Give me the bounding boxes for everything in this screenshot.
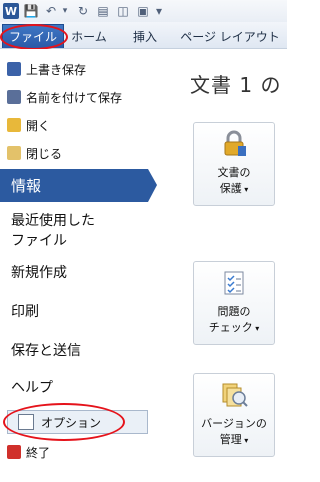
undo-icon[interactable]: ↶ <box>44 3 58 19</box>
manage-versions-button[interactable]: バージョンの 管理 ▾ <box>193 373 275 457</box>
version-label-line2: 管理 ▾ <box>219 433 249 446</box>
save-icon <box>7 62 21 76</box>
checklist-icon <box>224 271 244 295</box>
tab-page-layout[interactable]: ページ レイアウト <box>176 26 284 46</box>
protect-label-line2: 保護 ▾ <box>219 182 249 195</box>
tab-insert[interactable]: 挿入 <box>126 26 164 46</box>
folder-close-icon <box>7 146 21 160</box>
check-label-line2: チェック ▾ <box>208 321 260 334</box>
folder-open-icon <box>7 118 21 132</box>
save-as-icon <box>7 90 21 104</box>
tab-file[interactable]: ファイル <box>2 24 64 48</box>
menu-print[interactable]: 印刷 <box>11 302 39 322</box>
menu-exit[interactable]: 終了 <box>0 443 152 461</box>
menu-save-as-label: 名前を付けて保存 <box>26 90 123 105</box>
menu-save-send[interactable]: 保存と送信 <box>11 341 81 361</box>
protect-label-line1: 文書の <box>217 166 251 179</box>
menu-options-label: オプション <box>41 415 102 430</box>
check-label-line1: 問題の <box>217 305 251 318</box>
tab-home[interactable]: ホーム <box>68 26 110 46</box>
menu-recent-label-line2: ファイル <box>11 233 67 249</box>
menu-close-label: 閉じる <box>26 146 63 161</box>
close-icon <box>7 445 21 459</box>
menu-save-as[interactable]: 名前を付けて保存 <box>0 88 152 106</box>
check-issues-button[interactable]: 問題の チェック ▾ <box>193 261 275 345</box>
menu-info-label: 情報 <box>11 177 42 195</box>
menu-open[interactable]: 開く <box>0 116 152 134</box>
menu-open-label: 開く <box>26 118 51 133</box>
backstage-menu: 上書き保存 名前を付けて保存 開く 閉じる 情報 最近使用した ファイル 新規作… <box>0 49 157 482</box>
options-icon <box>18 414 34 430</box>
customize-toolbar-icon[interactable]: ▾ <box>153 3 165 19</box>
lock-icon <box>224 130 246 156</box>
format-icon[interactable]: ▣ <box>136 3 150 19</box>
undo-dropdown-icon[interactable]: ▾ <box>60 3 70 19</box>
version-label-line1: バージョンの <box>201 417 267 430</box>
quick-access-toolbar: W 💾 ↶ ▾ ↻ ▤ ◫ ▣ ▾ <box>0 0 287 23</box>
menu-help[interactable]: ヘルプ <box>11 378 53 398</box>
spelling-icon[interactable]: ◫ <box>116 3 130 19</box>
word-app-icon[interactable]: W <box>3 3 19 19</box>
menu-recent-label-line1: 最近使用した <box>11 213 95 229</box>
menu-info[interactable]: 情報 <box>0 169 148 202</box>
menu-recent[interactable]: 最近使用した ファイル <box>11 211 95 251</box>
page-title: 文書 1 の <box>190 73 282 97</box>
menu-exit-label: 終了 <box>26 445 51 460</box>
menu-close[interactable]: 閉じる <box>0 144 152 162</box>
info-pane: 文書 1 の 文書の 保護 ▾ 問題の チェック ▾ バージョンの 管理 ▾ <box>157 49 287 482</box>
protect-document-button[interactable]: 文書の 保護 ▾ <box>193 122 275 206</box>
menu-options[interactable]: オプション <box>7 410 148 434</box>
menu-overwrite-save-label: 上書き保存 <box>26 62 87 77</box>
info-selected-arrow <box>148 169 157 202</box>
redo-icon[interactable]: ↻ <box>76 3 90 19</box>
versions-icon <box>222 383 248 407</box>
ribbon-tabs: ファイル ホーム 挿入 ページ レイアウト <box>0 22 287 49</box>
menu-new[interactable]: 新規作成 <box>11 263 67 283</box>
save-icon[interactable]: 💾 <box>24 3 39 19</box>
print-preview-icon[interactable]: ▤ <box>96 3 110 19</box>
menu-overwrite-save[interactable]: 上書き保存 <box>0 60 152 78</box>
